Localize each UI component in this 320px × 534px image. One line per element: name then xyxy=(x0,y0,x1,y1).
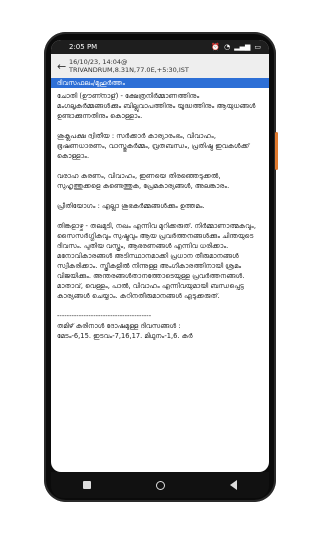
header-location: TRIVANDRUM,8.31N,77.0E,+5:30,IST xyxy=(69,66,189,74)
paragraph-karanam: വരാഹ കരണം, വിവാഹം, ഇണയെ തിരഞ്ഞെടുക്കൽ, സ… xyxy=(57,172,230,190)
status-bar: 2:05 PM ⏰ ◔ ▂▄▆ ▭ xyxy=(51,40,269,54)
signal-icon: ▂▄▆ xyxy=(234,43,251,51)
home-icon[interactable] xyxy=(155,480,165,490)
header-date: 16/10/23, 14:04@ xyxy=(69,58,128,66)
battery-icon: ▭ xyxy=(254,43,261,51)
phone-side-button xyxy=(275,132,278,170)
recent-apps-icon[interactable] xyxy=(83,481,92,489)
section-title: ദിവസഫലം/മുഹൂർത്തം xyxy=(51,78,269,88)
wifi-icon: ◔ xyxy=(224,43,231,51)
status-icons: ⏰ ◔ ▂▄▆ ▭ xyxy=(211,43,261,51)
paragraph-yogam: പ്രീതിയോഗം : എല്ലാ ശുഭകർമ്മങ്ങൾക്കും ഉത്… xyxy=(57,202,205,210)
back-icon[interactable] xyxy=(229,480,237,490)
paragraph-nakshatra: ചോതി (ഊണ്നാള്) - ക്ഷേത്രനിർമ്മാണത്തിനും … xyxy=(57,92,258,120)
app-screen: 2:05 PM ⏰ ◔ ▂▄▆ ▭ ← 16/10/23, 14:04@ TRI… xyxy=(51,40,269,472)
navigation-bar xyxy=(51,472,269,498)
paragraph-weekday: തിങ്കളാഴ്ച - തലമുടി, നഖം എന്നിവ മുറിക്കര… xyxy=(57,222,259,300)
alarm-icon: ⏰ xyxy=(211,43,221,51)
divider-line: --------------------------------------- xyxy=(57,312,152,320)
content-area[interactable]: ചോതി (ഊണ്നാള്) - ക്ഷേത്രനിർമ്മാണത്തിനും … xyxy=(51,88,269,341)
footer-line-1: തമിഴ് കരിനാൾ ദോഷമുള്ള ദിവസങ്ങൾ : xyxy=(57,322,181,330)
paragraph-tithi: ശുക്ലപക്ഷ ദ്വിതീയ : സർക്കാർ കാര്യാരംഭം, … xyxy=(57,132,252,160)
status-time: 2:05 PM xyxy=(69,43,98,51)
app-header: ← 16/10/23, 14:04@ TRIVANDRUM,8.31N,77.0… xyxy=(51,54,269,78)
back-arrow-icon[interactable]: ← xyxy=(57,61,69,72)
footer-line-2: മേടം-6,15. ഇടവം-7,16,17. മിഥുനം-1,6. കർ xyxy=(57,332,193,340)
